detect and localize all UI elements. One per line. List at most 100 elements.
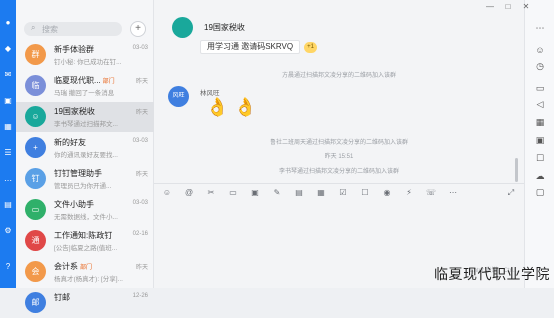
video-icon[interactable]: ◉ <box>382 188 392 198</box>
dept-tag: 部门 <box>80 265 93 271</box>
more-icon[interactable]: ⋯ <box>3 176 13 186</box>
conversation-name: 工作通知:陈政钉 <box>54 231 113 240</box>
chat-header: 19国家税收 <box>154 0 524 44</box>
close-button[interactable]: ✕ <box>521 2 531 11</box>
clock-icon[interactable]: ◷ <box>534 60 546 72</box>
sender-name: 林风旺 <box>200 90 220 97</box>
phone-icon[interactable]: ☏ <box>426 188 436 198</box>
pinned-message[interactable]: 用学习通 邀请码SKRVQ <box>200 40 301 54</box>
conversation-item[interactable]: 钉钉钉管理助手 昨天管理员已为你开通... <box>16 164 154 194</box>
reaction-badge[interactable]: +1 <box>304 42 317 53</box>
help-icon[interactable]: ? <box>3 262 13 272</box>
conversation-item[interactable]: 通工作通知:陈政钉 02-16 [公告]临夏之路(值班... <box>16 226 154 256</box>
file-icon[interactable]: ▤ <box>294 188 304 198</box>
at-icon[interactable]: @ <box>184 188 194 198</box>
app-icon[interactable]: ▣ <box>534 134 546 146</box>
message-icon[interactable]: ◆ <box>3 44 13 54</box>
conversation-preview: 马瑞 撤回了一条消息 <box>54 90 115 97</box>
conversation-preview: [公告]临夏之路(值班... <box>54 245 118 252</box>
chat-panel: 19国家税收 用学习通 邀请码SKRVQ +1 方晨通过扫描邦文凌分享的二维码加… <box>154 0 524 288</box>
announce-icon[interactable]: ◁ <box>534 98 546 110</box>
folder-icon[interactable]: ▭ <box>534 82 546 94</box>
search-input[interactable]: ⌕ 搜索 <box>24 22 122 36</box>
conversation-item[interactable]: + 新的好友 03-03 你的通讯录好友要找... <box>16 133 154 163</box>
watermark: 临夏现代职业学院 <box>434 267 550 283</box>
ding-icon[interactable]: ⚡ <box>404 188 414 198</box>
docs-icon[interactable]: ▤ <box>3 200 13 210</box>
task-icon[interactable]: ☐ <box>360 188 370 198</box>
system-message: 鲁社二班周天通过扫描邦文凌分享的二维码加入该群 <box>269 140 408 146</box>
avatar-icon[interactable]: ● <box>3 18 13 28</box>
search-placeholder: 搜索 <box>42 25 58 34</box>
avatar: 钉 <box>25 168 46 189</box>
maximize-button[interactable]: □ <box>503 2 513 11</box>
cloud-icon[interactable]: ☁ <box>534 170 546 182</box>
conversation-item[interactable]: ▭ 文件小助手 03-03 无需数据线，文件小... <box>16 195 154 225</box>
expand-icon[interactable]: ⤢ <box>506 188 516 198</box>
conversation-name: 钉钉管理助手 <box>54 169 102 178</box>
conversation-item[interactable]: 群新手体验群 03-03 钉小秘: 你已成功在钉... <box>16 40 154 70</box>
conversation-preview: 杨真才(杨真才): [分享]... <box>54 276 123 283</box>
right-toolbar: — □ ✕ ⋯ ☺ ◷ ▭ ◁ ▦ ▣ ☐ ☁ ▢ <box>486 0 554 288</box>
conversation-name: 新的好友 <box>54 138 86 147</box>
settings-icon[interactable]: ⚙ <box>3 226 13 236</box>
avatar: 群 <box>25 44 46 65</box>
conversation-name: 新手体验群 <box>54 45 94 54</box>
folder-icon[interactable]: ▭ <box>228 188 238 198</box>
conversation-preview: 管理员已为你开通... <box>54 183 112 190</box>
conversation-preview: 李书琴通过扫描邦文... <box>54 121 118 128</box>
calendar-icon[interactable]: ▦ <box>534 116 546 128</box>
conversation-list: ⌕ 搜索 + 群新手体验群 03-03 钉小秘: 你已成功在钉... 临临夏现代职..… <box>16 0 169 313</box>
chat-scrollbar[interactable] <box>515 158 518 182</box>
more-icon[interactable]: ⋯ <box>448 188 458 198</box>
ok-hand-emoji: 👌 <box>206 97 229 117</box>
more-icon[interactable]: ⋯ <box>534 22 546 34</box>
chat-title[interactable]: 19国家税收 <box>204 22 245 33</box>
conversation-name: 文件小助手 <box>54 200 94 209</box>
members-icon[interactable]: ☺ <box>534 44 546 56</box>
conversation-time: 02-16 <box>132 231 148 237</box>
avatar: 邮 <box>25 292 46 313</box>
calendar-icon[interactable]: ▦ <box>316 188 326 198</box>
emoji-icon[interactable]: ☺ <box>162 188 172 198</box>
conversation-name: 钉邮 <box>54 293 70 302</box>
chat-icon[interactable]: ☐ <box>534 152 546 164</box>
image-icon[interactable]: ▣ <box>250 188 260 198</box>
check-icon[interactable]: ☑ <box>338 188 348 198</box>
conversation-item[interactable]: 邮钉邮 12-26 <box>16 288 154 318</box>
conversation-time: 12-26 <box>132 293 148 299</box>
work-icon[interactable]: ▣ <box>3 96 13 106</box>
conversation-item[interactable]: 临临夏现代职... 部门 昨天马瑞 撤回了一条消息 <box>16 71 154 101</box>
group-avatar[interactable] <box>172 17 193 38</box>
sender-avatar[interactable]: 风旺 <box>168 86 189 107</box>
app-window: ● ◆ ✉ ▣ ▦ ☰ ⋯ ▤ ⚙ ? ⌕ 搜索 + 群新手体验群 03-03 钉小… <box>0 0 554 313</box>
input-toolbar: ☺ @ ✂ ▭ ▣ ✎ ▤ ▦ ☑ ☐ ◉ ⚡ ☏ ⋯ ⤢ <box>154 183 524 201</box>
avatar: 临 <box>25 75 46 96</box>
search-icon: ⌕ <box>31 23 36 32</box>
conversation-preview: 你的通讯录好友要找... <box>54 152 118 159</box>
calendar-icon[interactable]: ▦ <box>3 122 13 132</box>
system-message: 方晨通过扫描邦文凌分享的二维码加入该群 <box>281 73 396 79</box>
conversation-item[interactable]: ☺ 19国家税收 昨天 李书琴通过扫描邦文... <box>16 102 154 132</box>
screen-icon[interactable]: ▢ <box>534 186 546 198</box>
conversation-preview: 无需数据线，文件小... <box>54 214 118 221</box>
conversation-name: 19国家税收 <box>54 107 95 116</box>
ding-icon[interactable]: ✉ <box>3 70 13 80</box>
conversation-time: 昨天 <box>135 265 148 271</box>
conversation-name: 临夏现代职... 部门 <box>54 76 115 85</box>
contacts-icon[interactable]: ☰ <box>3 148 13 158</box>
message-timestamp: 昨天 15:51 <box>324 154 354 160</box>
pen-icon[interactable]: ✎ <box>272 188 282 198</box>
conversation-item[interactable]: 会会计系 部门 昨天 杨真才(杨真才): [分享]... <box>16 257 154 287</box>
minimize-button[interactable]: — <box>485 2 495 11</box>
system-message: 李书琴通过扫描邦文凌分享的二维码加入该群 <box>278 169 399 175</box>
avatar: 通 <box>25 230 46 251</box>
avatar: + <box>25 137 46 158</box>
scissors-icon[interactable]: ✂ <box>206 188 216 198</box>
conversation-time: 昨天 <box>135 172 148 178</box>
conversation-time: 03-03 <box>132 138 148 144</box>
add-button[interactable]: + <box>130 21 146 37</box>
conversation-time: 昨天 <box>135 79 148 85</box>
conversation-name: 会计系 部门 <box>54 262 93 271</box>
conversation-time: 03-03 <box>132 45 148 51</box>
